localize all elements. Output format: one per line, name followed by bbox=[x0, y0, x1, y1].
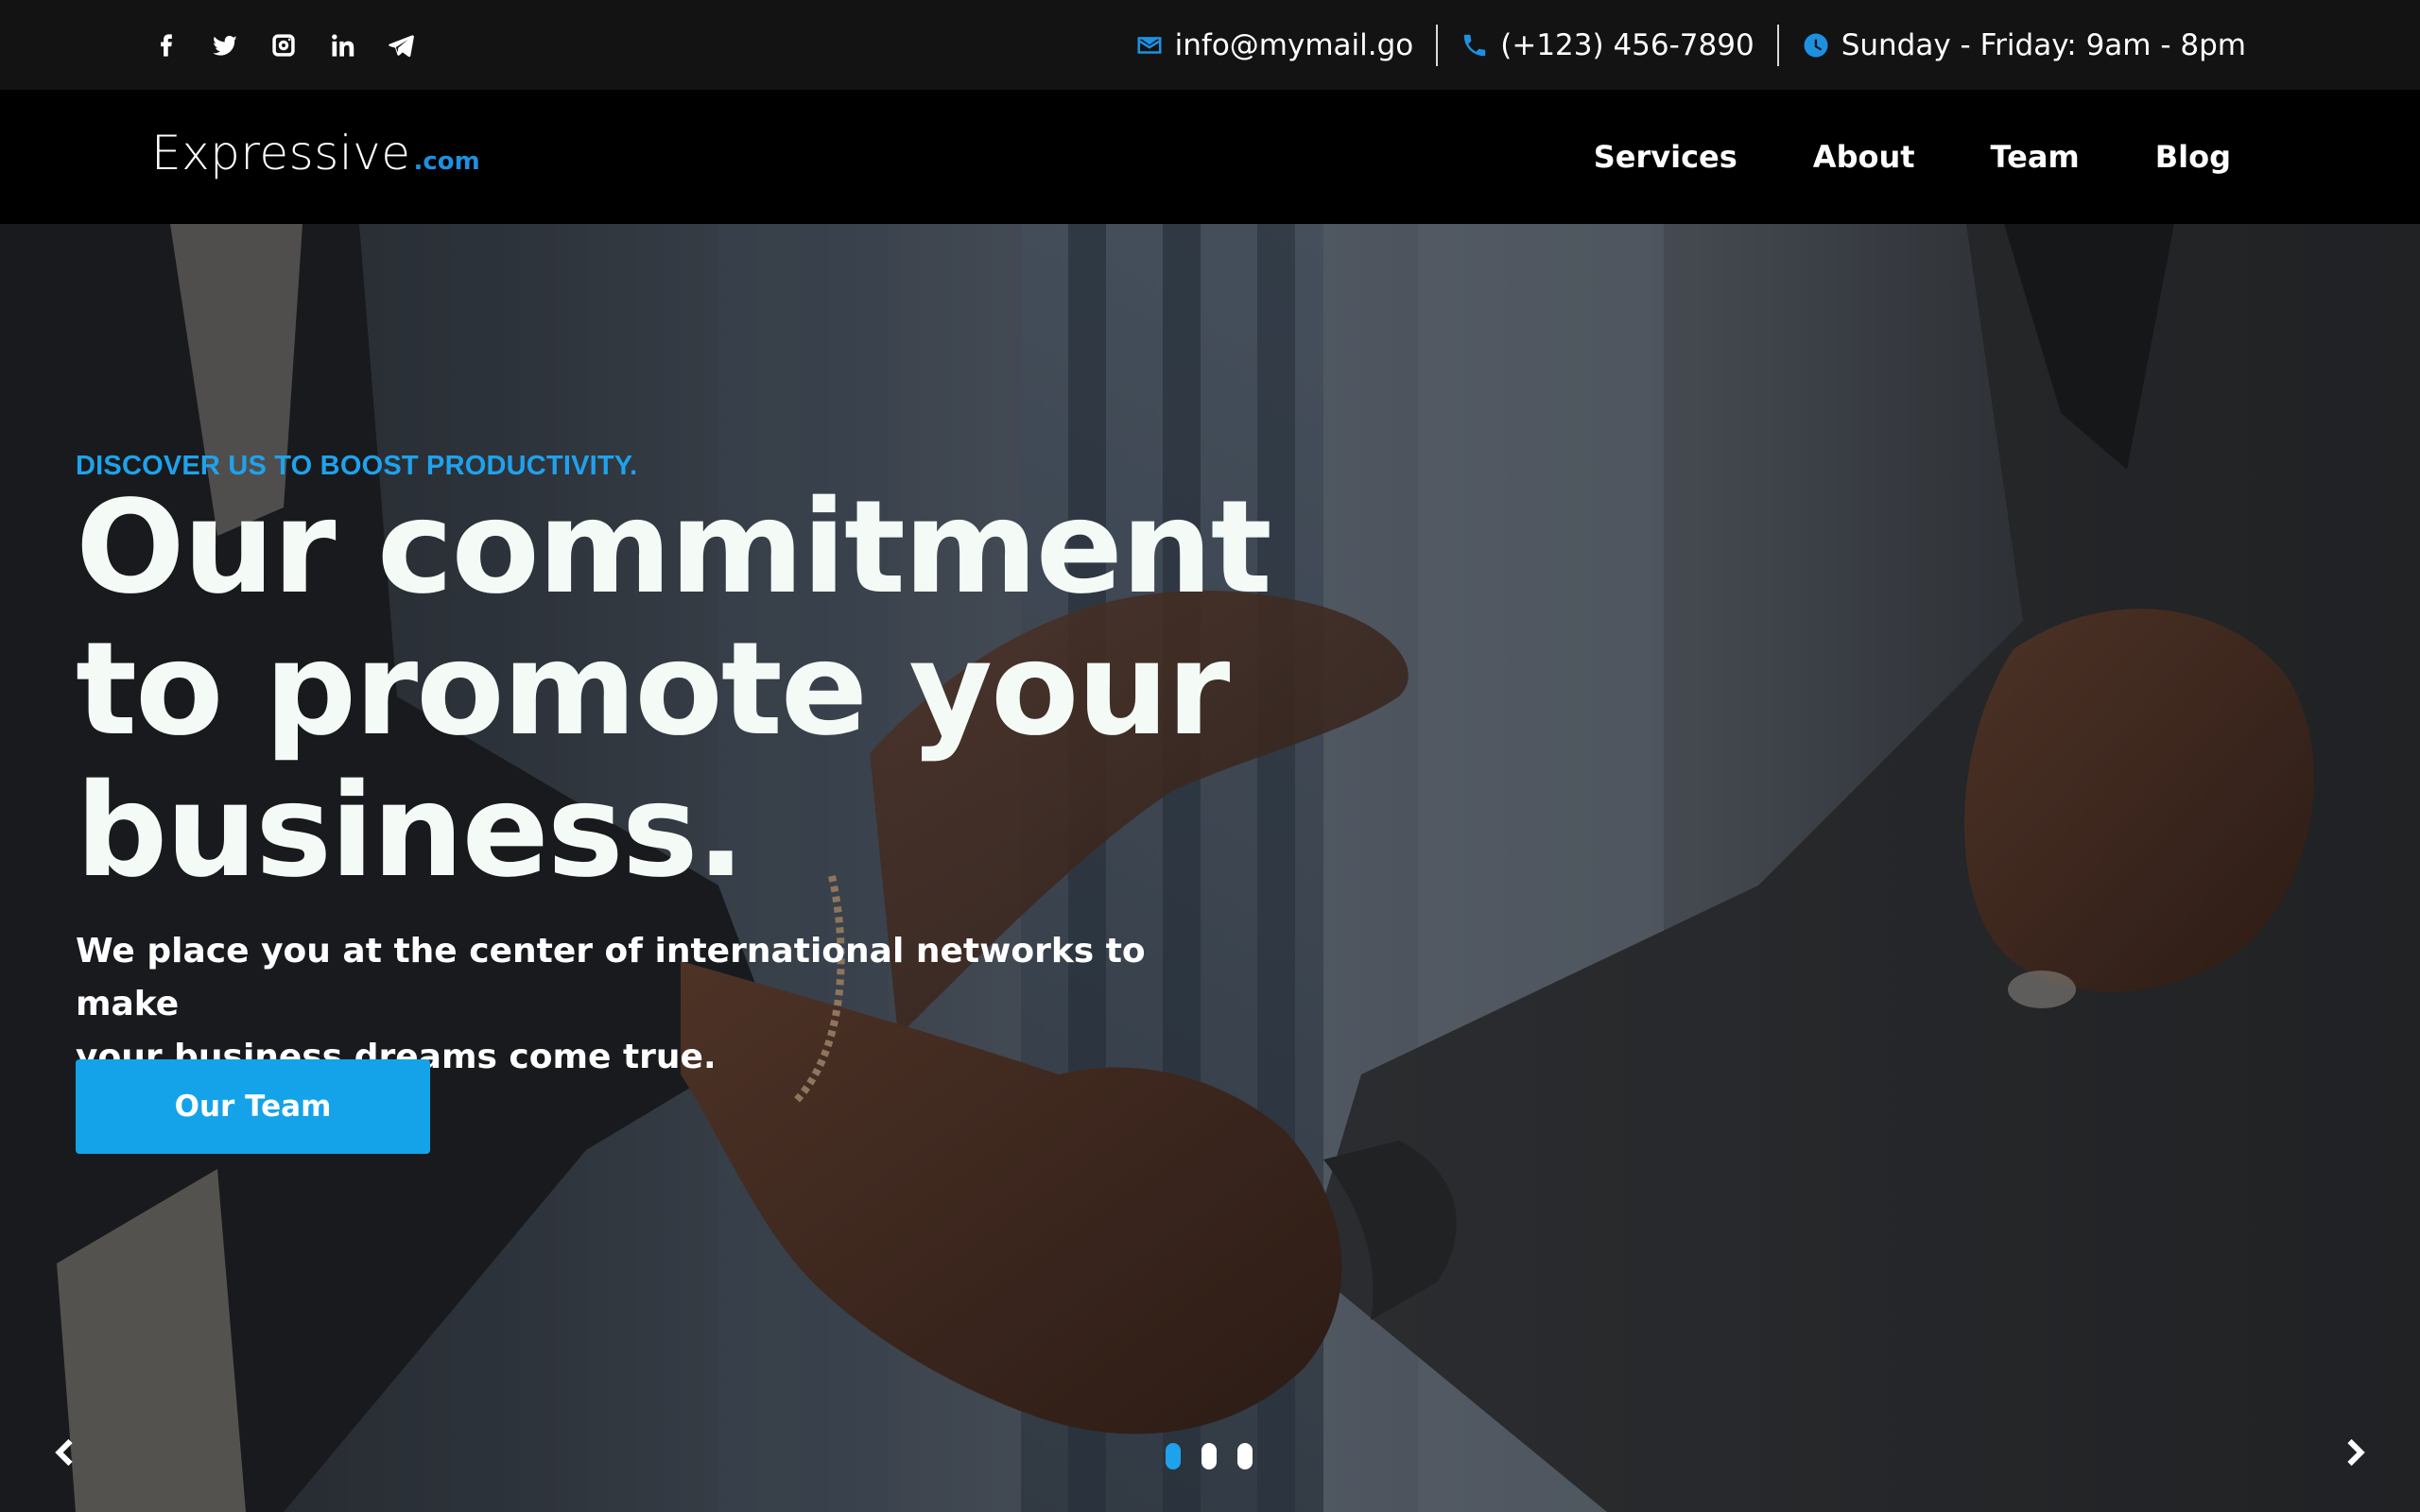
linkedin-icon[interactable] bbox=[327, 30, 357, 60]
social-links bbox=[151, 0, 416, 90]
logo-text: Expressive bbox=[151, 126, 411, 180]
instagram-icon[interactable] bbox=[268, 30, 299, 60]
chevron-right-icon bbox=[2347, 1438, 2365, 1467]
hours-item: Sunday - Friday: 9am - 8pm bbox=[1802, 28, 2246, 62]
headline-line-3: business. bbox=[76, 757, 745, 906]
logo-tld: .com bbox=[413, 147, 480, 176]
hero-headline: Our commitment to promote your business. bbox=[76, 477, 1399, 902]
email-text: info@mymail.go bbox=[1174, 27, 1414, 62]
slider-dot-2[interactable] bbox=[1201, 1443, 1217, 1469]
headline-line-1: Our commitment bbox=[76, 473, 1272, 623]
contact-info: info@mymail.go (+123) 456-7890 Sunday - … bbox=[1135, 0, 2246, 90]
headline-line-2: to promote your bbox=[76, 615, 1230, 765]
divider bbox=[1776, 24, 1779, 66]
nav-link-team[interactable]: Team bbox=[1991, 139, 2080, 175]
twitter-icon[interactable] bbox=[210, 30, 240, 60]
phone-item[interactable]: (+123) 456-7890 bbox=[1461, 28, 1754, 62]
email-item[interactable]: info@mymail.go bbox=[1135, 27, 1414, 62]
slider-next-button[interactable] bbox=[2325, 1424, 2382, 1481]
hours-text: Sunday - Friday: 9am - 8pm bbox=[1841, 27, 2246, 62]
main-navbar: Expressive .com Services About Team Blog bbox=[0, 90, 2420, 224]
subtext-line-1: We place you at the center of internatio… bbox=[76, 932, 1146, 1023]
our-team-button[interactable]: Our Team bbox=[76, 1059, 430, 1154]
nav-links: Services About Team Blog bbox=[1594, 90, 2231, 224]
telegram-icon[interactable] bbox=[386, 30, 416, 60]
nav-link-services[interactable]: Services bbox=[1594, 139, 1737, 175]
nav-link-blog[interactable]: Blog bbox=[2155, 139, 2231, 175]
slider-dot-3[interactable] bbox=[1237, 1443, 1253, 1469]
phone-text: (+123) 456-7890 bbox=[1500, 27, 1754, 62]
nav-link-about[interactable]: About bbox=[1813, 139, 1915, 175]
slider-dots bbox=[1166, 1443, 1253, 1469]
chevron-left-icon bbox=[55, 1438, 73, 1467]
facebook-icon[interactable] bbox=[151, 30, 182, 60]
hero-slider: DISCOVER US TO BOOST PRODUCTIVITY. Our c… bbox=[0, 224, 2420, 1512]
top-info-bar: info@mymail.go (+123) 456-7890 Sunday - … bbox=[0, 0, 2420, 90]
site-logo[interactable]: Expressive .com bbox=[151, 126, 480, 180]
phone-icon bbox=[1464, 34, 1486, 56]
divider bbox=[1436, 24, 1439, 66]
clock-icon bbox=[1804, 33, 1828, 57]
slider-prev-button[interactable] bbox=[38, 1424, 95, 1481]
mail-icon bbox=[1137, 36, 1162, 54]
slider-dot-1[interactable] bbox=[1166, 1443, 1181, 1469]
